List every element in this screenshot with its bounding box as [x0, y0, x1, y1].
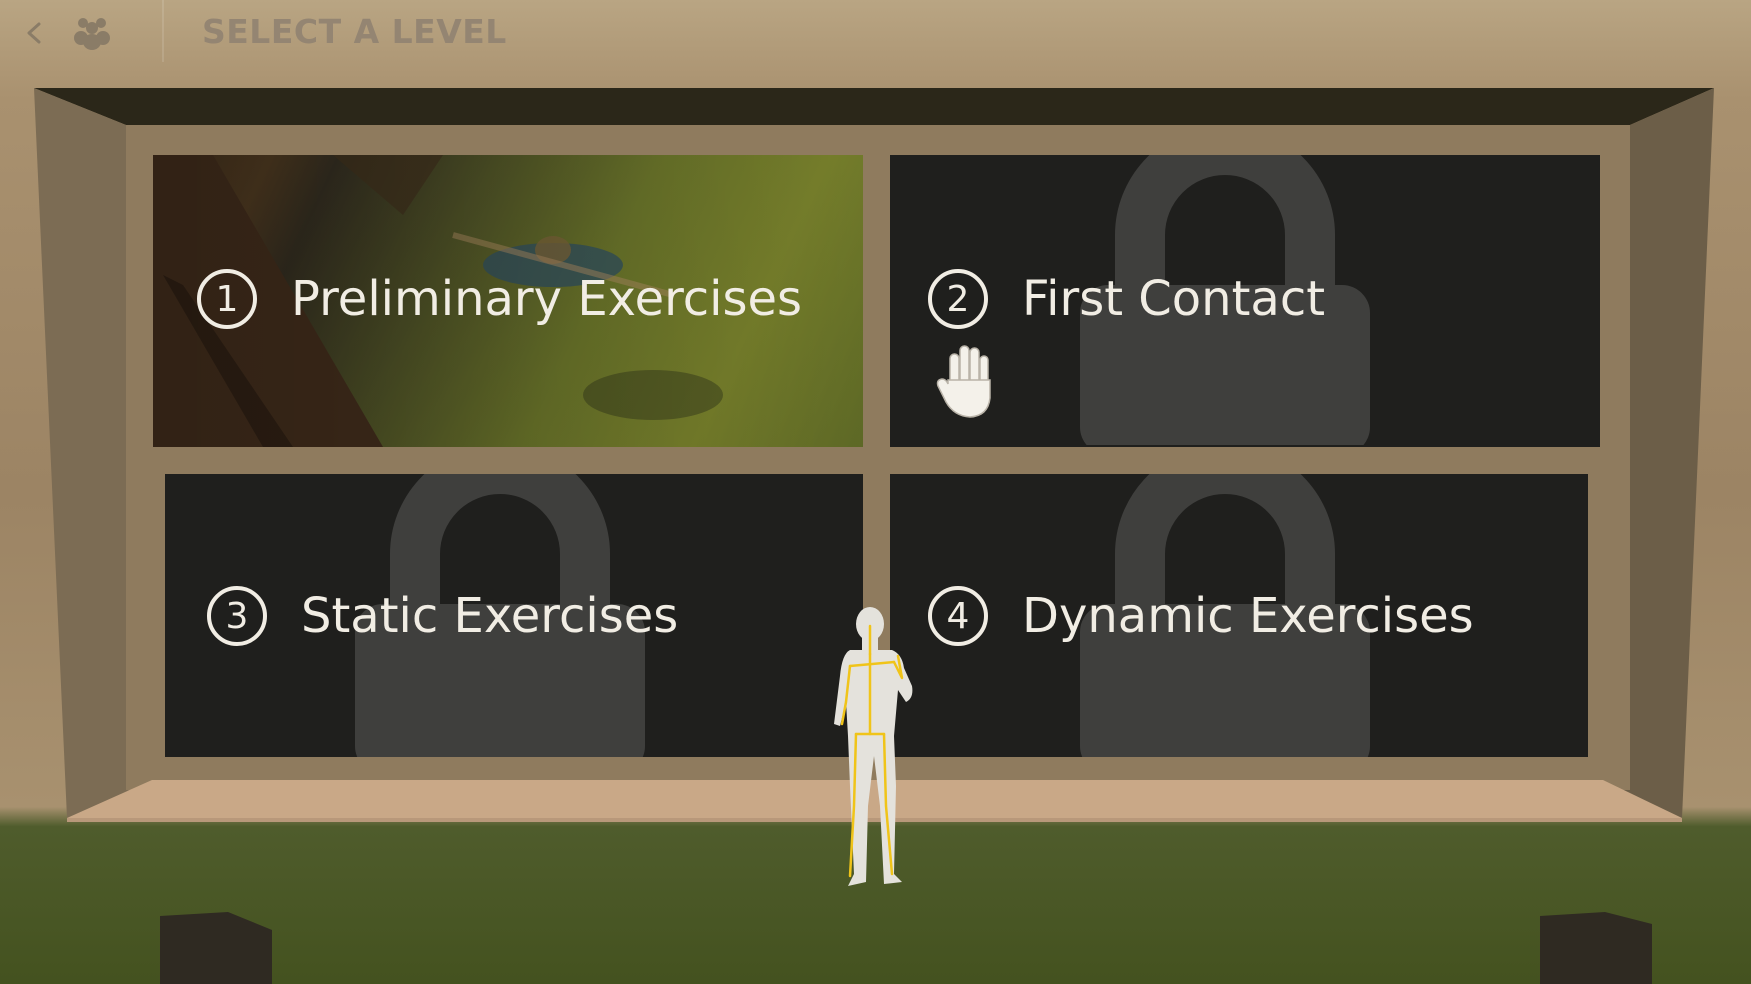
player-skeleton-avatar: [834, 607, 913, 886]
level-number-badge: 4: [928, 586, 988, 646]
header-separator: [162, 0, 164, 62]
players-group-icon[interactable]: [72, 14, 112, 50]
level-tile-static-exercises[interactable]: 3 Static Exercises: [165, 474, 863, 757]
level-tile-preliminary-exercises[interactable]: 1 Preliminary Exercises: [153, 155, 863, 447]
level-title: Static Exercises: [301, 588, 679, 644]
chevron-left-icon[interactable]: [20, 18, 48, 48]
page-title: SELECT A LEVEL: [202, 12, 507, 51]
level-number-badge: 3: [207, 586, 267, 646]
level-label: 3 Static Exercises: [207, 586, 678, 646]
level-tile-dynamic-exercises[interactable]: 4 Dynamic Exercises: [890, 474, 1588, 757]
level-title: First Contact: [1022, 271, 1326, 327]
top-bar: SELECT A LEVEL: [0, 0, 1751, 66]
hand-cursor-icon: [936, 345, 991, 418]
level-title: Preliminary Exercises: [291, 271, 803, 327]
level-label: 1 Preliminary Exercises: [197, 269, 802, 329]
level-number-badge: 1: [197, 269, 257, 329]
level-label: 4 Dynamic Exercises: [928, 586, 1474, 646]
level-label: 2 First Contact: [928, 269, 1325, 329]
level-number-badge: 2: [928, 269, 988, 329]
level-title: Dynamic Exercises: [1022, 588, 1474, 644]
